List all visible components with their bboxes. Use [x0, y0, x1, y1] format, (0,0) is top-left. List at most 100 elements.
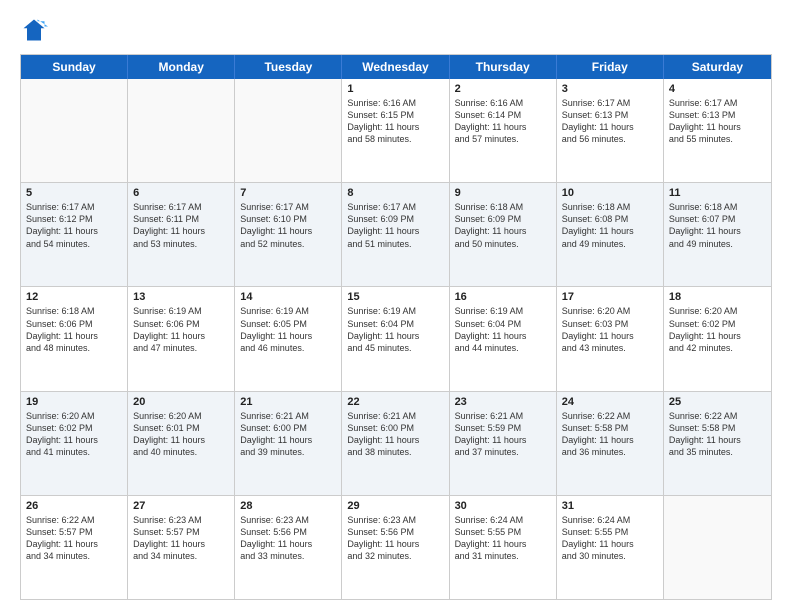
header-day-sunday: Sunday: [21, 55, 128, 79]
header-day-monday: Monday: [128, 55, 235, 79]
day-info: Sunrise: 6:19 AM Sunset: 6:04 PM Dayligh…: [347, 305, 443, 354]
calendar-day-21: 21 Sunrise: 6:21 AM Sunset: 6:00 PM Dayli…: [235, 392, 342, 495]
calendar-week-3: 12 Sunrise: 6:18 AM Sunset: 6:06 PM Dayli…: [21, 287, 771, 391]
day-number: 13: [133, 291, 229, 303]
day-info: Sunrise: 6:20 AM Sunset: 6:02 PM Dayligh…: [669, 305, 766, 354]
calendar-day-23: 23 Sunrise: 6:21 AM Sunset: 5:59 PM Dayli…: [450, 392, 557, 495]
day-info: Sunrise: 6:24 AM Sunset: 5:55 PM Dayligh…: [455, 514, 551, 563]
logo: [20, 16, 52, 44]
calendar-day-18: 18 Sunrise: 6:20 AM Sunset: 6:02 PM Dayli…: [664, 287, 771, 390]
calendar-day-4: 4Sunrise: 6:17 AM Sunset: 6:13 PM Daylig…: [664, 79, 771, 182]
calendar-day-6: 6 Sunrise: 6:17 AM Sunset: 6:11 PM Daylig…: [128, 183, 235, 286]
day-info: Sunrise: 6:17 AM Sunset: 6:09 PM Dayligh…: [347, 201, 443, 250]
calendar: SundayMondayTuesdayWednesdayThursdayFrid…: [20, 54, 772, 600]
calendar-day-15: 15 Sunrise: 6:19 AM Sunset: 6:04 PM Dayli…: [342, 287, 449, 390]
calendar-cell-empty: [128, 79, 235, 182]
day-info: Sunrise: 6:21 AM Sunset: 6:00 PM Dayligh…: [347, 410, 443, 459]
calendar-day-8: 8Sunrise: 6:17 AM Sunset: 6:09 PM Daylig…: [342, 183, 449, 286]
calendar-day-10: 10Sunrise: 6:18 AM Sunset: 6:08 PM Dayli…: [557, 183, 664, 286]
calendar-week-2: 5 Sunrise: 6:17 AM Sunset: 6:12 PM Daylig…: [21, 183, 771, 287]
day-number: 30: [455, 500, 551, 512]
day-number: 18: [669, 291, 766, 303]
calendar-week-4: 19 Sunrise: 6:20 AM Sunset: 6:02 PM Dayli…: [21, 392, 771, 496]
calendar-cell-empty: [664, 496, 771, 599]
day-number: 29: [347, 500, 443, 512]
calendar-day-5: 5 Sunrise: 6:17 AM Sunset: 6:12 PM Daylig…: [21, 183, 128, 286]
day-number: 16: [455, 291, 551, 303]
day-number: 6: [133, 187, 229, 199]
logo-icon: [20, 16, 48, 44]
day-info: Sunrise: 6:20 AM Sunset: 6:03 PM Dayligh…: [562, 305, 658, 354]
calendar-day-19: 19 Sunrise: 6:20 AM Sunset: 6:02 PM Dayli…: [21, 392, 128, 495]
calendar-week-5: 26Sunrise: 6:22 AM Sunset: 5:57 PM Dayli…: [21, 496, 771, 599]
day-info: Sunrise: 6:18 AM Sunset: 6:09 PM Dayligh…: [455, 201, 551, 250]
day-info: Sunrise: 6:24 AM Sunset: 5:55 PM Dayligh…: [562, 514, 658, 563]
day-info: Sunrise: 6:23 AM Sunset: 5:56 PM Dayligh…: [240, 514, 336, 563]
day-number: 5: [26, 187, 122, 199]
day-info: Sunrise: 6:21 AM Sunset: 6:00 PM Dayligh…: [240, 410, 336, 459]
calendar-day-1: 1 Sunrise: 6:16 AM Sunset: 6:15 PM Daylig…: [342, 79, 449, 182]
header-day-wednesday: Wednesday: [342, 55, 449, 79]
calendar-day-13: 13 Sunrise: 6:19 AM Sunset: 6:06 PM Dayli…: [128, 287, 235, 390]
day-number: 27: [133, 500, 229, 512]
day-number: 22: [347, 396, 443, 408]
day-number: 14: [240, 291, 336, 303]
day-info: Sunrise: 6:18 AM Sunset: 6:07 PM Dayligh…: [669, 201, 766, 250]
day-info: Sunrise: 6:19 AM Sunset: 6:06 PM Dayligh…: [133, 305, 229, 354]
calendar-day-12: 12 Sunrise: 6:18 AM Sunset: 6:06 PM Dayli…: [21, 287, 128, 390]
day-info: Sunrise: 6:19 AM Sunset: 6:05 PM Dayligh…: [240, 305, 336, 354]
day-number: 19: [26, 396, 122, 408]
day-number: 17: [562, 291, 658, 303]
header: [20, 16, 772, 44]
day-number: 1: [347, 83, 443, 95]
calendar-day-26: 26Sunrise: 6:22 AM Sunset: 5:57 PM Dayli…: [21, 496, 128, 599]
day-number: 12: [26, 291, 122, 303]
day-info: Sunrise: 6:17 AM Sunset: 6:13 PM Dayligh…: [562, 97, 658, 146]
day-number: 28: [240, 500, 336, 512]
day-number: 2: [455, 83, 551, 95]
calendar-day-17: 17 Sunrise: 6:20 AM Sunset: 6:03 PM Dayli…: [557, 287, 664, 390]
day-info: Sunrise: 6:22 AM Sunset: 5:58 PM Dayligh…: [669, 410, 766, 459]
header-day-saturday: Saturday: [664, 55, 771, 79]
page: SundayMondayTuesdayWednesdayThursdayFrid…: [0, 0, 792, 612]
day-number: 9: [455, 187, 551, 199]
day-info: Sunrise: 6:18 AM Sunset: 6:08 PM Dayligh…: [562, 201, 658, 250]
header-day-thursday: Thursday: [450, 55, 557, 79]
day-info: Sunrise: 6:21 AM Sunset: 5:59 PM Dayligh…: [455, 410, 551, 459]
day-info: Sunrise: 6:19 AM Sunset: 6:04 PM Dayligh…: [455, 305, 551, 354]
day-info: Sunrise: 6:16 AM Sunset: 6:15 PM Dayligh…: [347, 97, 443, 146]
day-number: 3: [562, 83, 658, 95]
day-info: Sunrise: 6:18 AM Sunset: 6:06 PM Dayligh…: [26, 305, 122, 354]
day-number: 31: [562, 500, 658, 512]
calendar-day-31: 31 Sunrise: 6:24 AM Sunset: 5:55 PM Dayli…: [557, 496, 664, 599]
calendar-day-22: 22 Sunrise: 6:21 AM Sunset: 6:00 PM Dayli…: [342, 392, 449, 495]
day-info: Sunrise: 6:17 AM Sunset: 6:13 PM Dayligh…: [669, 97, 766, 146]
calendar-day-11: 11 Sunrise: 6:18 AM Sunset: 6:07 PM Dayli…: [664, 183, 771, 286]
day-number: 15: [347, 291, 443, 303]
calendar-header: SundayMondayTuesdayWednesdayThursdayFrid…: [21, 55, 771, 79]
day-info: Sunrise: 6:23 AM Sunset: 5:57 PM Dayligh…: [133, 514, 229, 563]
calendar-cell-empty: [235, 79, 342, 182]
day-info: Sunrise: 6:17 AM Sunset: 6:12 PM Dayligh…: [26, 201, 122, 250]
calendar-day-30: 30 Sunrise: 6:24 AM Sunset: 5:55 PM Dayli…: [450, 496, 557, 599]
day-info: Sunrise: 6:23 AM Sunset: 5:56 PM Dayligh…: [347, 514, 443, 563]
day-info: Sunrise: 6:22 AM Sunset: 5:57 PM Dayligh…: [26, 514, 122, 563]
day-number: 21: [240, 396, 336, 408]
day-info: Sunrise: 6:20 AM Sunset: 6:01 PM Dayligh…: [133, 410, 229, 459]
day-number: 23: [455, 396, 551, 408]
day-number: 11: [669, 187, 766, 199]
calendar-day-3: 3 Sunrise: 6:17 AM Sunset: 6:13 PM Daylig…: [557, 79, 664, 182]
day-info: Sunrise: 6:16 AM Sunset: 6:14 PM Dayligh…: [455, 97, 551, 146]
day-number: 20: [133, 396, 229, 408]
calendar-day-7: 7Sunrise: 6:17 AM Sunset: 6:10 PM Daylig…: [235, 183, 342, 286]
calendar-day-28: 28 Sunrise: 6:23 AM Sunset: 5:56 PM Dayli…: [235, 496, 342, 599]
calendar-day-16: 16 Sunrise: 6:19 AM Sunset: 6:04 PM Dayli…: [450, 287, 557, 390]
calendar-week-1: 1 Sunrise: 6:16 AM Sunset: 6:15 PM Daylig…: [21, 79, 771, 183]
day-info: Sunrise: 6:20 AM Sunset: 6:02 PM Dayligh…: [26, 410, 122, 459]
day-info: Sunrise: 6:17 AM Sunset: 6:11 PM Dayligh…: [133, 201, 229, 250]
calendar-body: 1 Sunrise: 6:16 AM Sunset: 6:15 PM Daylig…: [21, 79, 771, 599]
header-day-tuesday: Tuesday: [235, 55, 342, 79]
calendar-day-2: 2 Sunrise: 6:16 AM Sunset: 6:14 PM Daylig…: [450, 79, 557, 182]
day-number: 25: [669, 396, 766, 408]
day-number: 7: [240, 187, 336, 199]
